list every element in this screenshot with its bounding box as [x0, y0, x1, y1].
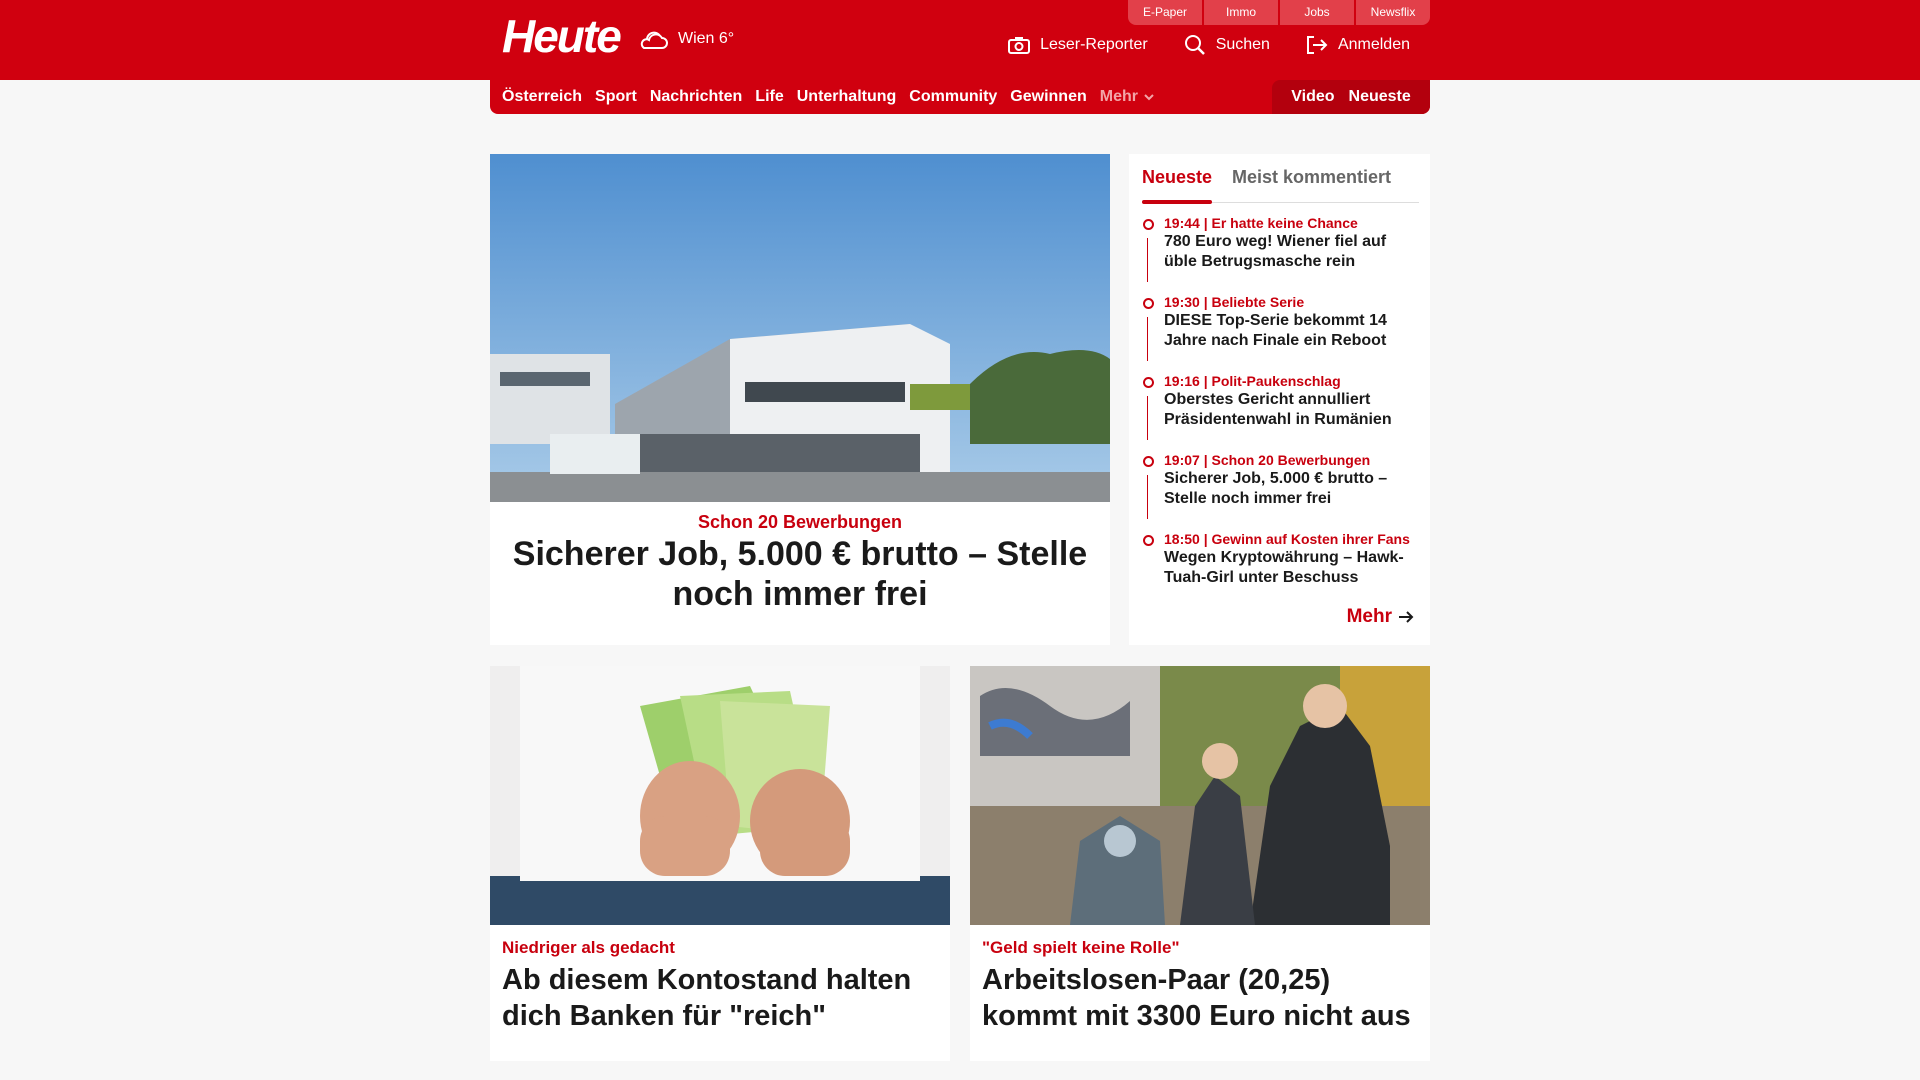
- main-nav: Österreich Sport Nachrichten Life Unterh…: [490, 80, 1430, 114]
- timeline-line: [1147, 396, 1148, 440]
- hero-image: [490, 154, 1110, 502]
- card-title[interactable]: Arbeitslosen-Paar (20,25) kommt mit 3300…: [982, 962, 1422, 1034]
- nav-more-dropdown[interactable]: Mehr: [1100, 88, 1154, 106]
- hero-title[interactable]: Sicherer Job, 5.000 € brutto – Stelle no…: [510, 534, 1090, 614]
- latest-news-panel: Neueste Meist kommentiert 19:44 | Er hat…: [1129, 154, 1430, 645]
- news-item[interactable]: 18:50 | Gewinn auf Kosten ihrer Fans Weg…: [1142, 530, 1422, 609]
- news-meta: 19:44 | Er hatte keine Chance: [1164, 215, 1358, 231]
- more-link[interactable]: Mehr: [1347, 606, 1414, 628]
- hero-kicker: Schon 20 Bewerbungen: [697, 512, 903, 532]
- nav-more-label: Mehr: [1099, 88, 1138, 105]
- nav-item-sport[interactable]: Sport: [595, 88, 637, 106]
- news-title[interactable]: DIESE Top-Serie bekommt 14 Jahre nach Fi…: [1164, 311, 1422, 351]
- article-card[interactable]: "Geld spielt keine Rolle" Arbeitslosen-P…: [970, 666, 1430, 1061]
- login-label: Anmelden: [1337, 36, 1410, 53]
- news-title[interactable]: Wegen Kryptowährung – Hawk-Tuah-Girl unt…: [1164, 548, 1422, 588]
- nav-item-community[interactable]: Community: [909, 88, 997, 106]
- card-title[interactable]: Ab diesem Kontostand halten dich Banken …: [502, 962, 942, 1034]
- header-actions: Leser-Reporter Suchen Anmelden: [1008, 34, 1410, 56]
- leser-reporter-button[interactable]: Leser-Reporter: [1008, 34, 1148, 56]
- news-meta: 19:30 | Beliebte Serie: [1164, 294, 1305, 310]
- news-meta: 18:50 | Gewinn auf Kosten ihrer Fans: [1164, 531, 1410, 547]
- more-label: Mehr: [1346, 606, 1392, 627]
- leser-reporter-label: Leser-Reporter: [1040, 36, 1148, 53]
- header-inner: Heute Wien 6° E-Paper Immo Jobs Newsflix…: [490, 0, 1430, 80]
- search-button[interactable]: Suchen: [1184, 34, 1270, 56]
- cloud-sun-icon: [640, 31, 668, 49]
- site-logo[interactable]: Heute: [502, 12, 622, 60]
- arrow-right-icon: [1399, 611, 1414, 623]
- nav-video[interactable]: Video: [1291, 88, 1334, 106]
- newsflix-link[interactable]: Newsflix: [1356, 0, 1430, 25]
- news-tabs: Neueste Meist kommentiert: [1142, 162, 1419, 204]
- nav-item-nachrichten[interactable]: Nachrichten: [650, 88, 742, 106]
- news-meta: 19:07 | Schon 20 Bewerbungen: [1164, 452, 1371, 468]
- news-list: 19:44 | Er hatte keine Chance 780 Euro w…: [1142, 214, 1422, 609]
- article-image: [970, 666, 1430, 925]
- immo-link[interactable]: Immo: [1204, 0, 1278, 25]
- article-image: [490, 666, 950, 925]
- epaper-link[interactable]: E-Paper: [1128, 0, 1202, 25]
- news-title[interactable]: 780 Euro weg! Wiener fiel auf üble Betru…: [1164, 232, 1422, 272]
- weather-text: Wien 6°: [678, 30, 735, 47]
- weather-widget[interactable]: Wien 6°: [638, 26, 734, 52]
- timeline-dot-icon: [1143, 219, 1154, 230]
- jobs-link[interactable]: Jobs: [1280, 0, 1354, 25]
- timeline-line: [1147, 475, 1148, 519]
- hero-article[interactable]: Schon 20 Bewerbungen Sicherer Job, 5.000…: [490, 154, 1110, 645]
- chevron-down-icon: [1144, 94, 1154, 101]
- news-item[interactable]: 19:16 | Polit-Paukenschlag Oberstes Geri…: [1142, 372, 1422, 451]
- timeline-dot-icon: [1143, 377, 1154, 388]
- nav-links: Österreich Sport Nachrichten Life Unterh…: [502, 80, 1154, 114]
- news-meta: 19:16 | Polit-Paukenschlag: [1164, 373, 1341, 389]
- login-button[interactable]: Anmelden: [1306, 34, 1410, 56]
- timeline-line: [1147, 317, 1148, 361]
- news-item[interactable]: 19:07 | Schon 20 Bewerbungen Sicherer Jo…: [1142, 451, 1422, 530]
- tab-neueste[interactable]: Neueste: [1142, 162, 1213, 204]
- search-icon: [1184, 35, 1205, 55]
- card-kicker: "Geld spielt keine Rolle": [982, 938, 1180, 957]
- login-icon: [1306, 36, 1328, 54]
- nav-item-life[interactable]: Life: [755, 88, 783, 106]
- article-card[interactable]: Niedriger als gedacht Ab diesem Kontosta…: [490, 666, 950, 1061]
- nav-neueste[interactable]: Neueste: [1349, 88, 1411, 106]
- news-title[interactable]: Sicherer Job, 5.000 € brutto – Stelle no…: [1164, 469, 1422, 509]
- timeline-dot-icon: [1143, 298, 1154, 309]
- timeline-dot-icon: [1143, 456, 1154, 467]
- timeline-dot-icon: [1143, 535, 1154, 546]
- site-header: Heute Wien 6° E-Paper Immo Jobs Newsflix…: [0, 0, 1920, 80]
- card-kicker: Niedriger als gedacht: [502, 938, 675, 957]
- nav-right: Video Neueste: [1272, 80, 1430, 114]
- nav-item-unterhaltung[interactable]: Unterhaltung: [797, 88, 897, 106]
- tab-meist-kommentiert[interactable]: Meist kommentiert: [1232, 162, 1391, 192]
- nav-item-gewinnen[interactable]: Gewinnen: [1010, 88, 1086, 106]
- timeline-line: [1147, 238, 1148, 282]
- search-label: Suchen: [1215, 36, 1270, 53]
- nav-item-oesterreich[interactable]: Österreich: [502, 88, 582, 106]
- news-title[interactable]: Oberstes Gericht annulliert Präsidentenw…: [1164, 390, 1422, 430]
- top-links: E-Paper Immo Jobs Newsflix: [1128, 0, 1430, 25]
- news-item[interactable]: 19:30 | Beliebte Serie DIESE Top-Serie b…: [1142, 293, 1422, 372]
- news-item[interactable]: 19:44 | Er hatte keine Chance 780 Euro w…: [1142, 214, 1422, 293]
- camera-icon: [1008, 37, 1031, 54]
